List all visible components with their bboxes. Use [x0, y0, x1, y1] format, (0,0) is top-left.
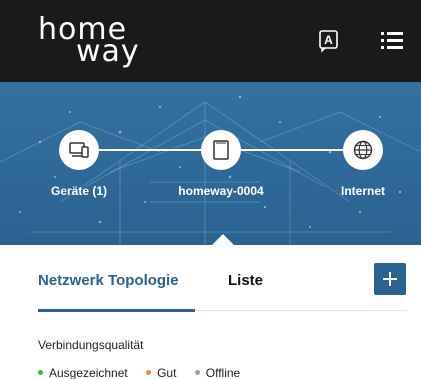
internet-node-label: Internet — [340, 184, 386, 198]
router-node-label: homeway-0004 — [178, 184, 264, 198]
language-a-icon[interactable]: A — [314, 26, 342, 54]
legend-item-offline: Offline — [194, 365, 241, 379]
tab-list[interactable]: Liste — [228, 272, 263, 289]
connection-line-devices-router — [99, 149, 201, 151]
connection-quality-legend: Ausgezeichnet Gut Offline — [38, 364, 255, 379]
good-dot-icon — [146, 370, 152, 375]
router-icon — [213, 140, 229, 160]
tab-divider — [195, 310, 407, 311]
selection-pointer — [212, 234, 234, 245]
tab-network-topology[interactable]: Netzwerk Topologie — [38, 272, 179, 289]
legend-item-excellent: Ausgezeichnet — [38, 366, 128, 379]
add-button[interactable] — [374, 263, 406, 295]
devices-node-label: Geräte (1) — [50, 184, 108, 198]
connection-quality-title: Verbindungsqualität — [38, 338, 144, 352]
legend-label: Gut — [157, 365, 177, 379]
active-tab-indicator — [38, 309, 195, 312]
devices-icon — [69, 142, 89, 158]
view-tabs: Netzwerk Topologie Liste — [0, 245, 421, 315]
homeway-logo: home way — [38, 12, 178, 69]
svg-text:A: A — [324, 33, 333, 47]
internet-node[interactable] — [343, 130, 383, 170]
app-header: home way A — [0, 0, 421, 82]
plus-icon — [383, 272, 397, 286]
legend-item-good: Gut — [146, 366, 176, 379]
offline-dot-icon — [194, 370, 200, 375]
router-node[interactable] — [201, 130, 241, 170]
legend-label: Offline — [205, 365, 241, 379]
legend-label: Ausgezeichnet — [49, 365, 128, 379]
connection-line-router-internet — [241, 149, 343, 151]
logo-line2: way — [76, 34, 140, 69]
globe-icon — [353, 140, 373, 160]
hamburger-menu-icon[interactable] — [378, 26, 406, 54]
excellent-dot-icon — [38, 370, 43, 375]
devices-node[interactable] — [59, 130, 99, 170]
